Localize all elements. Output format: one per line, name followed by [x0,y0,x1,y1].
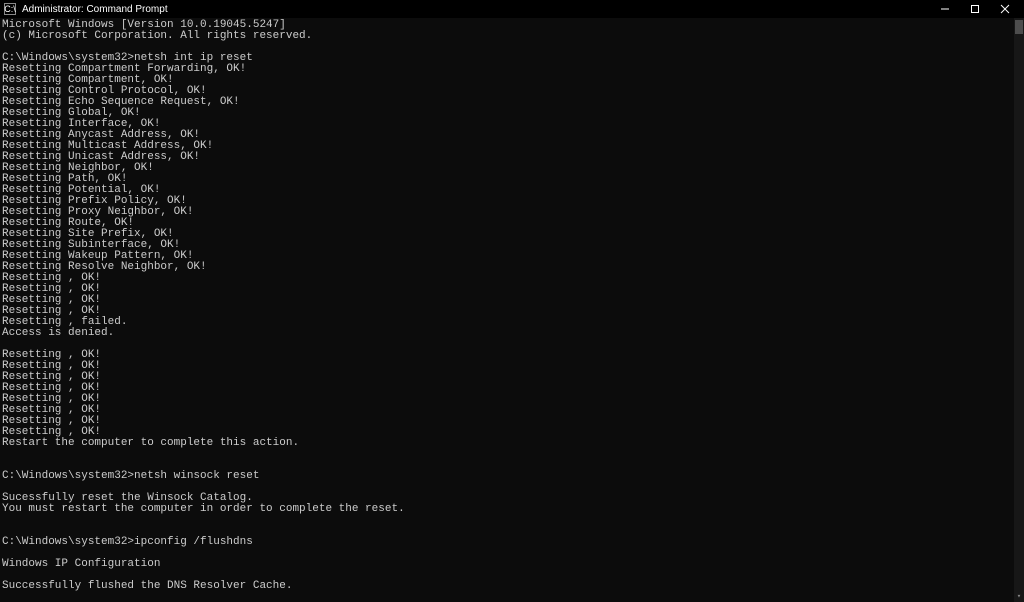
terminal-output[interactable]: Microsoft Windows [Version 10.0.19045.52… [0,18,1024,602]
terminal-line: Resetting , OK! [2,383,1022,394]
terminal-line: Resetting , OK! [2,284,1022,295]
scrollbar-down-arrow[interactable]: ▾ [1015,592,1023,600]
terminal-line: Resetting , OK! [2,416,1022,427]
terminal-line: Resetting , OK! [2,306,1022,317]
terminal-line: Resetting Neighbor, OK! [2,163,1022,174]
terminal-line [2,449,1022,460]
terminal-line: C:\Windows\system32>ipconfig /flushdns [2,537,1022,548]
terminal-line: Resetting , failed. [2,317,1022,328]
cmd-icon: C:\ [4,3,16,15]
window-title: Administrator: Command Prompt [22,4,168,15]
scrollbar[interactable]: ▾ [1014,18,1024,602]
terminal-line [2,339,1022,350]
terminal-line: Restart the computer to complete this ac… [2,438,1022,449]
terminal-line: Resetting , OK! [2,361,1022,372]
scrollbar-thumb[interactable] [1015,20,1023,34]
terminal-line: Resetting Echo Sequence Request, OK! [2,97,1022,108]
terminal-line: Resetting , OK! [2,405,1022,416]
terminal-line: (c) Microsoft Corporation. All rights re… [2,31,1022,42]
titlebar-controls [930,0,1020,18]
terminal-line: Resetting Unicast Address, OK! [2,152,1022,163]
terminal-line: Resetting , OK! [2,372,1022,383]
terminal-line: Resetting , OK! [2,394,1022,405]
terminal-line: You must restart the computer in order t… [2,504,1022,515]
maximize-button[interactable] [960,0,990,18]
terminal-line: Resetting , OK! [2,350,1022,361]
close-button[interactable] [990,0,1020,18]
terminal-line: Successfully flushed the DNS Resolver Ca… [2,581,1022,592]
minimize-button[interactable] [930,0,960,18]
terminal-line: Resetting , OK! [2,273,1022,284]
terminal-line: Access is denied. [2,328,1022,339]
terminal-line: Resetting Proxy Neighbor, OK! [2,207,1022,218]
terminal-line: Resetting , OK! [2,295,1022,306]
titlebar-left: C:\ Administrator: Command Prompt [4,3,168,15]
terminal-line: C:\Windows\system32>netsh winsock reset [2,471,1022,482]
window-titlebar: C:\ Administrator: Command Prompt [0,0,1024,18]
terminal-line [2,515,1022,526]
terminal-line: Windows IP Configuration [2,559,1022,570]
terminal-line: Resetting Resolve Neighbor, OK! [2,262,1022,273]
